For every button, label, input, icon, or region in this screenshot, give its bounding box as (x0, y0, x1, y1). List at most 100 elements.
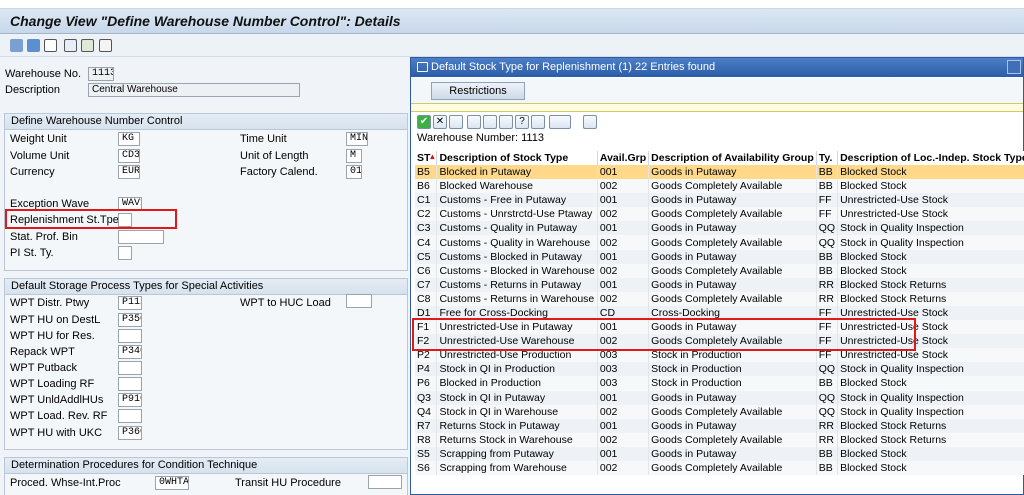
table-row[interactable]: Q4 Stock in QI in Warehouse 002 Goods Compl… (415, 404, 1024, 419)
cell-desc-loc-indep: Stock in Quality Inspection (837, 390, 1024, 405)
help-icon[interactable]: ? (515, 115, 529, 129)
cell-desc-avail-grp: Goods in Putaway (648, 390, 817, 405)
exception-wave-field[interactable]: WAV1 (118, 197, 142, 211)
pi-sttype-label: PI St. Ty. (10, 247, 54, 259)
cell-avail-grp: 002 (597, 432, 650, 447)
length-unit-field[interactable]: M (346, 149, 362, 163)
sort-icon[interactable] (499, 115, 513, 129)
loading-rf-field[interactable] (118, 377, 142, 391)
stat-prof-field[interactable] (118, 230, 164, 244)
repl-sttype-field[interactable] (118, 213, 132, 227)
volume-unit-field[interactable]: CD3 (118, 149, 140, 163)
distr-ptwy-label: WPT Distr. Ptwy (10, 297, 90, 309)
table-row[interactable]: C4 Customs - Quality in Warehouse 002 Goods… (415, 235, 1024, 250)
table-row[interactable]: D1 Free for Cross-Docking CD Cross-Docking F… (415, 305, 1024, 321)
col-header-ty[interactable]: Ty. (816, 151, 839, 165)
col-header-avail-grp[interactable]: Avail.Grp (597, 151, 650, 165)
cell-desc-stock-type: Customs - Blocked in Warehouse (436, 263, 598, 278)
time-unit-field[interactable]: MIN (346, 132, 368, 146)
col-header-desc-stock-type[interactable]: Description of Stock Type (436, 151, 598, 165)
transit-label: Transit HU Procedure (235, 477, 341, 489)
col-header-desc-loc-indep[interactable]: Description of Loc.-Indep. Stock Type (837, 151, 1024, 165)
cell-desc-loc-indep: Blocked Stock (837, 446, 1024, 461)
find-icon[interactable] (467, 115, 481, 129)
minimize-icon[interactable] (1007, 60, 1021, 74)
cell-desc-stock-type: Customs - Free in Putaway (436, 193, 598, 208)
cell-st: R8 (415, 432, 438, 447)
currency-field[interactable]: EUR (118, 165, 140, 179)
other-entry-icon[interactable] (27, 39, 40, 52)
col-header-st[interactable]: ST▴ (415, 151, 438, 165)
table-row[interactable]: P2 Unrestricted-Use Production 003 Stock in… (415, 348, 1024, 363)
col-header-desc-avail-grp[interactable]: Description of Availability Group (648, 151, 817, 165)
hu-ukc-field[interactable]: P360 (118, 426, 142, 440)
new-icon[interactable] (449, 115, 463, 129)
hu-res-field[interactable] (118, 329, 142, 343)
transit-field[interactable] (368, 475, 402, 489)
check-icon[interactable]: ✔ (417, 115, 431, 129)
table-row[interactable]: C2 Customs - Unrstrctd-Use Ptaway 002 Goods… (415, 207, 1024, 222)
table-row[interactable]: R8 Returns Stock in Warehouse 002 Goods Com… (415, 432, 1024, 447)
table-row[interactable]: B5 Blocked in Putaway 001 Goods in Putaway B… (415, 165, 1024, 180)
load-rev-field[interactable] (118, 409, 142, 423)
table-row[interactable]: F2 Unrestricted-Use Warehouse 002 Goods Com… (415, 334, 1024, 349)
cell-st: C6 (415, 263, 438, 278)
proced-field[interactable]: 0WHTA (155, 476, 189, 490)
currency-label: Currency (10, 166, 55, 178)
table-row[interactable]: Q3 Stock in QI in Putaway 001 Goods in Puta… (415, 390, 1024, 405)
repack-field[interactable]: P340 (118, 345, 142, 359)
table-row[interactable]: S5 Scrapping from Putaway 001 Goods in Puta… (415, 446, 1024, 461)
factory-cal-field[interactable]: 01 (346, 165, 362, 179)
repl-sttype-label: Replenishment St.Tpe (10, 214, 119, 226)
table-row[interactable]: C1 Customs - Free in Putaway 001 Goods in P… (415, 193, 1024, 208)
table-row[interactable]: C6 Customs - Blocked in Warehouse 002 Goods… (415, 263, 1024, 278)
display-change-icon[interactable] (10, 39, 23, 52)
table-row[interactable]: C8 Customs - Returns in Warehouse 002 Goods… (415, 291, 1024, 306)
table-row[interactable]: C5 Customs - Blocked in Putaway 001 Goods i… (415, 249, 1024, 264)
cell-st: S5 (415, 446, 438, 461)
filter-icon[interactable] (531, 115, 545, 129)
table-row[interactable]: S6 Scrapping from Warehouse 002 Goods Compl… (415, 460, 1024, 476)
pi-sttype-field[interactable] (118, 246, 132, 260)
cell-desc-loc-indep: Blocked Stock Returns (837, 432, 1024, 447)
cell-desc-avail-grp: Goods Completely Available (648, 207, 817, 222)
time-unit-label: Time Unit (240, 133, 287, 145)
hu-destl-field[interactable]: P350 (118, 313, 142, 327)
delete-icon[interactable] (81, 39, 94, 52)
warehouse-no-field[interactable]: 1113 (88, 67, 114, 81)
cell-avail-grp: 001 (597, 221, 650, 236)
table-row[interactable]: F1 Unrestricted-Use in Putaway 001 Goods in… (415, 320, 1024, 335)
undo-change-icon[interactable] (99, 39, 112, 52)
table-row[interactable]: P6 Blocked in Production 003 Stock in Produ… (415, 376, 1024, 391)
table-row[interactable]: C3 Customs - Quality in Putaway 001 Goods i… (415, 221, 1024, 236)
pin-icon[interactable] (583, 115, 597, 129)
hu-load-field[interactable] (346, 294, 372, 308)
distr-ptwy-field[interactable]: P112 (118, 296, 142, 310)
copy-as-icon[interactable] (64, 39, 77, 52)
table-row[interactable]: R7 Returns Stock in Putaway 001 Goods in Pu… (415, 418, 1024, 433)
cell-desc-avail-grp: Goods in Putaway (648, 221, 817, 236)
group-title-control: Define Warehouse Number Control (5, 114, 407, 130)
cell-desc-avail-grp: Goods Completely Available (648, 263, 817, 278)
cell-st: Q4 (415, 404, 438, 419)
cell-avail-grp: 001 (597, 193, 650, 208)
cell-ty: QQ (816, 362, 839, 377)
weight-unit-field[interactable]: KG (118, 132, 140, 146)
table-row[interactable]: B6 Blocked Warehouse 002 Goods Completely A… (415, 179, 1024, 194)
description-field[interactable]: Central Warehouse (88, 83, 300, 97)
cell-desc-stock-type: Customs - Returns in Warehouse (436, 291, 598, 306)
warehouse-no-label: Warehouse No. (5, 68, 82, 80)
new-entries-icon[interactable] (44, 39, 57, 52)
putback-field[interactable] (118, 361, 142, 375)
dialog-title-bar[interactable]: Default Stock Type for Replenishment (1)… (411, 58, 1023, 77)
cell-avail-grp: 003 (597, 362, 650, 377)
restrictions-tab[interactable]: Restrictions (431, 82, 525, 100)
cancel-icon[interactable]: ✕ (433, 115, 447, 129)
print-icon[interactable] (549, 115, 571, 129)
table-row[interactable]: P4 Stock in QI in Production 003 Stock in P… (415, 362, 1024, 377)
cell-desc-avail-grp: Goods Completely Available (648, 179, 817, 194)
table-row[interactable]: C7 Customs - Returns in Putaway 001 Goods i… (415, 277, 1024, 292)
find-next-icon[interactable] (483, 115, 497, 129)
unld-field[interactable]: P910 (118, 393, 142, 407)
stat-prof-label: Stat. Prof. Bin (10, 231, 78, 243)
